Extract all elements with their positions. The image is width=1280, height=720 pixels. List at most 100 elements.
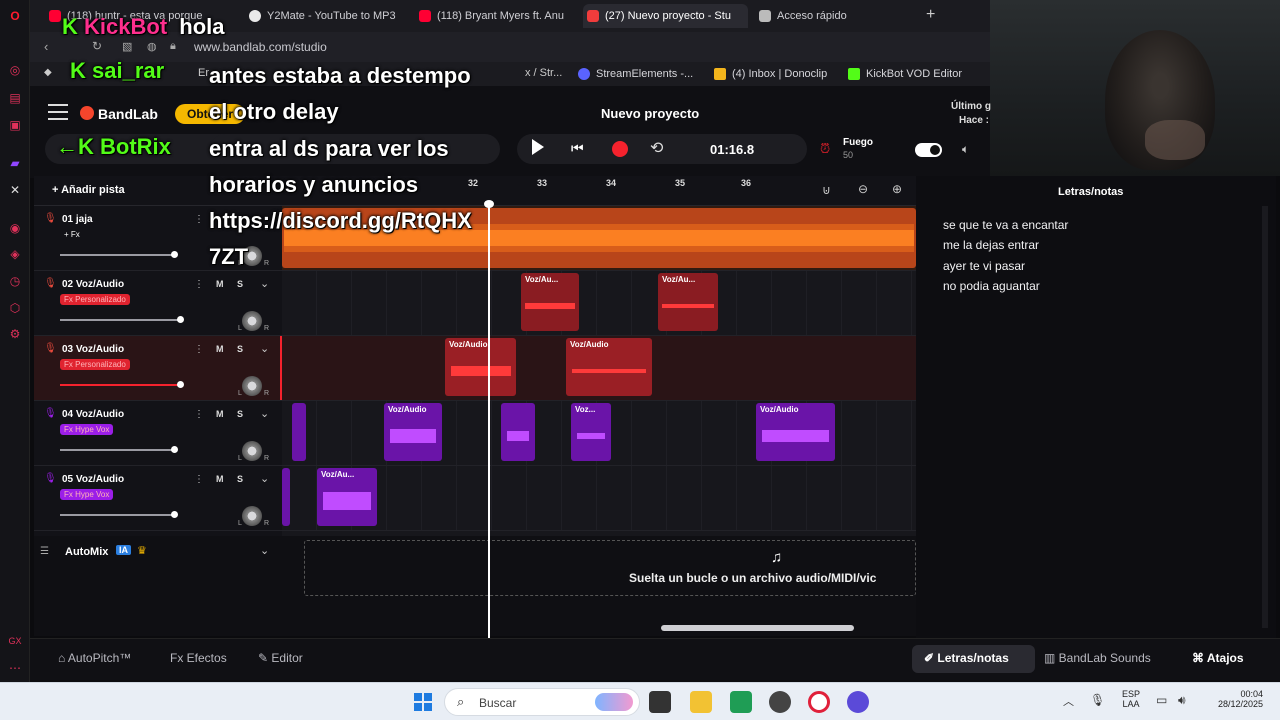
clip[interactable]	[282, 468, 290, 526]
opera-gx-taskbar-icon[interactable]	[808, 691, 830, 713]
add-track-button[interactable]: + Añadir pista	[52, 184, 125, 196]
bookmark-partial-2[interactable]: x / Str...	[525, 67, 562, 79]
opera-logo-icon[interactable]: O	[7, 8, 23, 24]
playhead[interactable]	[488, 204, 490, 638]
volume-handle[interactable]	[171, 251, 178, 258]
x-icon[interactable]: ✕	[7, 182, 23, 198]
pan-knob[interactable]	[242, 376, 262, 396]
mute-button[interactable]: M	[216, 409, 224, 419]
back-icon[interactable]: ‹	[44, 39, 48, 54]
lyrics-line[interactable]: ayer te vi pasar	[943, 259, 1025, 273]
clip[interactable]: Voz/Audio	[566, 338, 652, 396]
clip[interactable]: Voz/Au...	[317, 468, 377, 526]
settings-icon[interactable]: ⚙	[7, 326, 23, 342]
effects-button[interactable]: Fx Efectos	[170, 651, 227, 665]
chevron-down-icon[interactable]: ⌄	[260, 407, 269, 420]
task-view-icon[interactable]	[649, 691, 671, 713]
extensions-icon[interactable]: ⬡	[7, 300, 23, 316]
volume-handle[interactable]	[177, 381, 184, 388]
aria-icon[interactable]: ◎	[7, 62, 23, 78]
url-field[interactable]: www.bandlab.com/studio	[194, 40, 327, 54]
track-header[interactable]: 🎙︎ 04 Voz/Audio Fx Hype Vox ⋮ M S ⌄ L R	[34, 401, 282, 466]
network-icon[interactable]: ▭	[1156, 693, 1167, 707]
menu-icon[interactable]	[48, 104, 68, 120]
lyrics-line[interactable]: se que te va a encantar	[943, 218, 1068, 232]
clip[interactable]	[501, 403, 535, 461]
player-icon[interactable]: ◉	[7, 220, 23, 236]
volume-handle[interactable]	[171, 446, 178, 453]
chevron-down-icon[interactable]: ⌄	[260, 342, 269, 355]
metronome-icon[interactable]: ⏰︎	[820, 141, 830, 157]
vpn-icon[interactable]: ◍	[147, 40, 157, 53]
chevron-down-icon[interactable]: ⌄	[260, 544, 269, 557]
speaker-icon[interactable]: 🔊︎	[1178, 693, 1186, 708]
sounds-button[interactable]: ▥ BandLab Sounds	[1044, 651, 1151, 665]
lane-2[interactable]: Voz/Au... Voz/Au...	[282, 271, 916, 336]
volume-icon[interactable]: 🔈︎	[962, 142, 969, 157]
xbox-app-icon[interactable]	[730, 691, 752, 713]
lane-5[interactable]: Voz/Au...	[282, 466, 916, 531]
solo-button[interactable]: S	[237, 474, 243, 484]
track-header[interactable]: 🎙︎ 02 Voz/Audio Fx Personalizado ⋮ M S ⌄ L R	[34, 271, 282, 336]
solo-button[interactable]: S	[237, 344, 243, 354]
play-icon[interactable]	[532, 139, 544, 155]
clip[interactable]: Voz/Audio	[756, 403, 835, 461]
windows-start-icon[interactable]	[414, 693, 432, 711]
record-icon[interactable]	[612, 141, 628, 157]
fx-badge[interactable]: Fx Personalizado	[60, 359, 130, 370]
zoom-in-icon[interactable]: ⊕	[892, 182, 902, 196]
clip[interactable]: Voz/Au...	[521, 273, 579, 331]
fx-badge[interactable]: Fx Hype Vox	[60, 489, 114, 500]
tab-bandlab[interactable]: (27) Nuevo proyecto - Stu	[583, 4, 748, 28]
tab-y2mate[interactable]: Y2Mate - YouTube to MP3	[245, 4, 405, 28]
more-icon[interactable]: ⋯	[7, 660, 23, 676]
bookmark-diamond-icon[interactable]: ◆	[44, 67, 52, 78]
clip[interactable]	[292, 403, 306, 461]
volume-slider[interactable]	[60, 254, 174, 256]
playhead-handle[interactable]	[484, 200, 494, 208]
twitch-icon[interactable]: ▰	[7, 155, 23, 171]
volume-handle[interactable]	[171, 511, 178, 518]
mute-button[interactable]: M	[216, 279, 224, 289]
monitor-toggle[interactable]	[915, 143, 942, 157]
snap-magnet-icon[interactable]: ⊍	[822, 183, 831, 197]
loop-icon[interactable]: ⟲	[650, 138, 663, 158]
clip[interactable]: Voz...	[571, 403, 611, 461]
lyrics-scrollbar[interactable]	[1262, 206, 1268, 628]
notes-icon[interactable]: ▤	[7, 90, 23, 106]
solo-button[interactable]: S	[237, 409, 243, 419]
bookmark-partial[interactable]: Er	[198, 67, 209, 79]
language-indicator[interactable]: ESP LAA	[1122, 689, 1140, 709]
bookmark-donoclip[interactable]: (4) Inbox | Donoclip	[714, 66, 827, 82]
discord-icon[interactable]	[847, 691, 869, 713]
tray-chevron-icon[interactable]: ︿	[1063, 693, 1074, 709]
chevron-down-icon[interactable]: ⌄	[260, 472, 269, 485]
bookmark-icon[interactable]: ◈	[7, 246, 23, 262]
fx-badge[interactable]: Fx Personalizado	[60, 294, 130, 305]
track-header[interactable]: 🎙︎ 05 Voz/Audio Fx Hype Vox ⋮ M S ⌄ L R	[34, 466, 282, 531]
tab-youtube-2[interactable]: (118) Bryant Myers ft. Anu	[415, 4, 580, 28]
autopitch-button[interactable]: ⌂ AutoPitch™	[58, 651, 131, 665]
track-title[interactable]: 05 Voz/Audio	[62, 474, 124, 485]
more-options-icon[interactable]: ⋮	[194, 279, 204, 290]
clip[interactable]: Voz/Au...	[658, 273, 718, 331]
drop-zone[interactable]: ♫ Suelta un bucle o un archivo audio/MID…	[304, 540, 916, 596]
track-title[interactable]: 03 Voz/Audio	[62, 344, 124, 355]
zoom-out-icon[interactable]: ⊖	[858, 182, 868, 196]
lyrics-line[interactable]: no podia aguantar	[943, 279, 1040, 293]
new-tab-icon[interactable]: +	[926, 6, 935, 24]
horizontal-scrollbar[interactable]	[661, 625, 854, 631]
lyrics-line[interactable]: me la dejas entrar	[943, 238, 1039, 252]
volume-slider[interactable]	[60, 319, 180, 321]
editor-button[interactable]: ✎ Editor	[258, 651, 303, 665]
volume-handle[interactable]	[177, 316, 184, 323]
chevron-down-icon[interactable]: ⌄	[260, 277, 269, 290]
clip[interactable]: Voz/Audio	[384, 403, 442, 461]
bookmark-streamelements[interactable]: StreamElements -...	[578, 66, 693, 82]
lane-3[interactable]: Voz/Audio Voz/Audio	[282, 336, 916, 401]
track-title[interactable]: 01 jaja	[62, 214, 93, 225]
gx-icon[interactable]: GX	[7, 633, 23, 649]
lyrics-tab-button[interactable]: ✐ Letras/notas	[924, 651, 1009, 665]
fx-badge[interactable]: Fx Hype Vox	[60, 424, 114, 435]
volume-slider[interactable]	[60, 514, 174, 516]
